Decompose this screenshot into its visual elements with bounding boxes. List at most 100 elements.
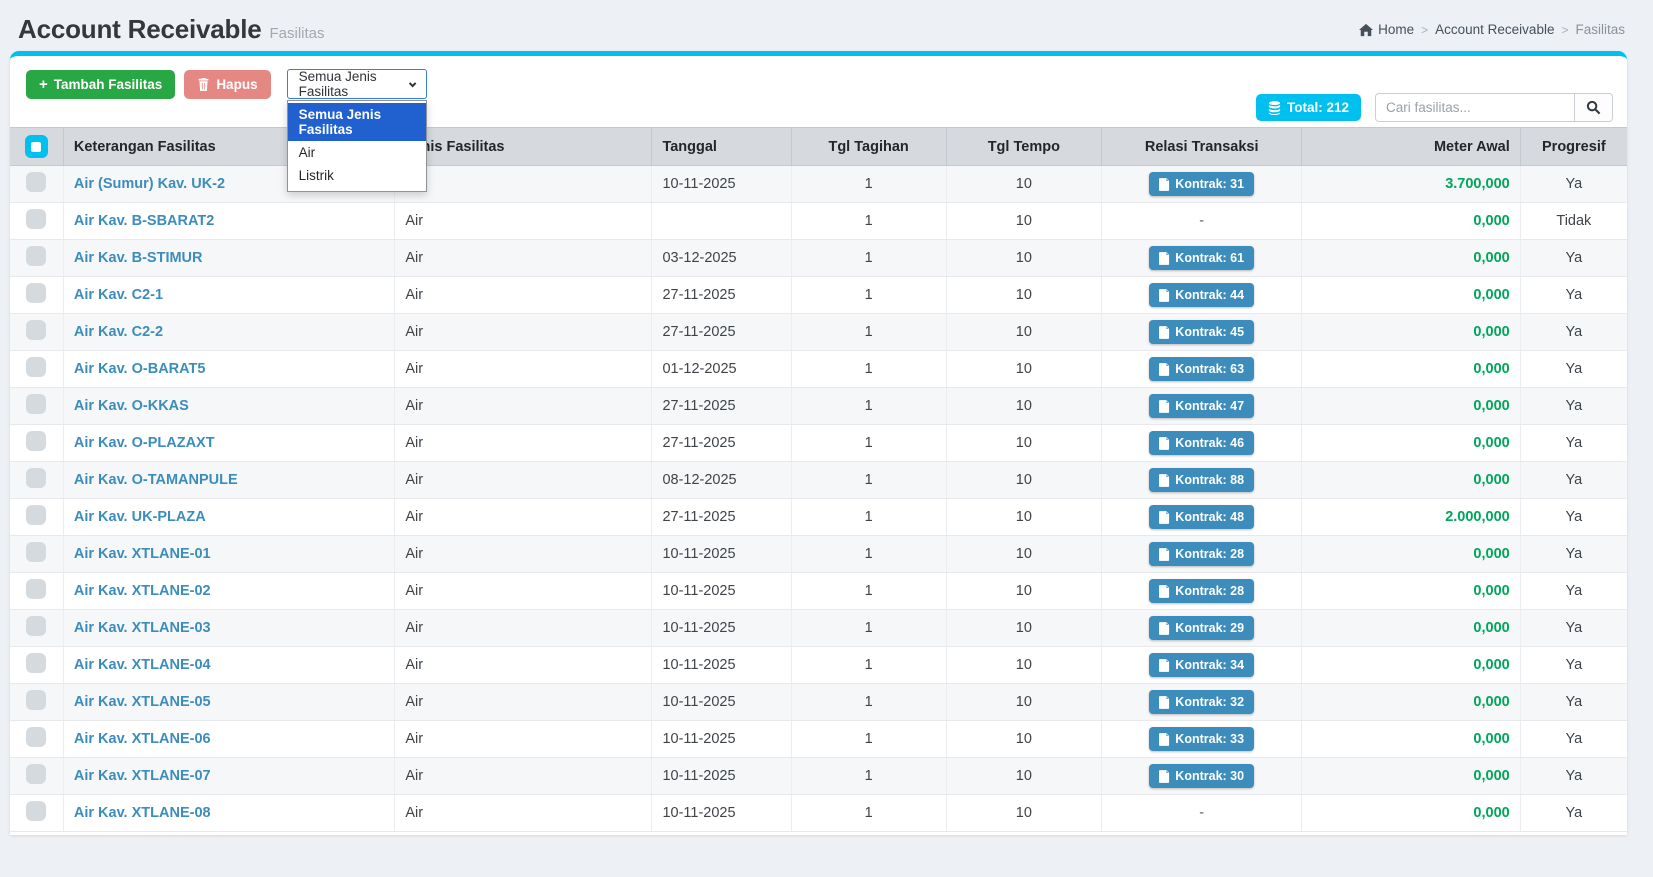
row-checkbox[interactable]	[26, 579, 46, 599]
contract-badge[interactable]: Kontrak: 28	[1149, 579, 1254, 603]
add-facility-button[interactable]: + Tambah Fasilitas	[26, 70, 175, 99]
row-checkbox[interactable]	[26, 542, 46, 562]
row-checkbox[interactable]	[26, 246, 46, 266]
contract-relation-cell: Kontrak: 88	[1101, 462, 1302, 499]
contract-badge[interactable]: Kontrak: 31	[1149, 172, 1254, 196]
row-checkbox-cell	[10, 203, 63, 240]
dropdown-option-semua[interactable]: Semua Jenis Fasilitas	[288, 103, 426, 141]
dropdown-option-air[interactable]: Air	[288, 141, 426, 164]
facility-name-cell: Air Kav. XTLANE-03	[63, 610, 395, 647]
delete-button[interactable]: Hapus	[184, 70, 270, 99]
date-cell: 08-12-2025	[652, 462, 791, 499]
progressive-cell: Ya	[1520, 536, 1627, 573]
facility-type-cell: Air	[395, 721, 652, 758]
contract-badge[interactable]: Kontrak: 48	[1149, 505, 1254, 529]
facility-name-link[interactable]: Air Kav. XTLANE-05	[74, 694, 211, 710]
contract-badge[interactable]: Kontrak: 28	[1149, 542, 1254, 566]
facility-name-link[interactable]: Air Kav. C2-1	[74, 287, 163, 303]
meter-start-cell: 0,000	[1302, 573, 1520, 610]
facility-name-link[interactable]: Air Kav. UK-PLAZA	[74, 509, 206, 525]
search-input[interactable]	[1375, 93, 1575, 122]
billing-day-cell: 1	[791, 758, 946, 795]
breadcrumb-separator: >	[1421, 23, 1428, 37]
billing-day-cell: 1	[791, 499, 946, 536]
facility-name-link[interactable]: Air Kav. XTLANE-08	[74, 805, 211, 821]
contract-badge[interactable]: Kontrak: 63	[1149, 357, 1254, 381]
select-all-checkbox[interactable]	[25, 135, 48, 158]
progressive-cell: Ya	[1520, 721, 1627, 758]
row-checkbox[interactable]	[26, 431, 46, 451]
facility-name-link[interactable]: Air Kav. O-KKAS	[74, 398, 189, 414]
contract-badge[interactable]: Kontrak: 45	[1149, 320, 1254, 344]
facility-name-link[interactable]: Air Kav. C2-2	[74, 324, 163, 340]
row-checkbox[interactable]	[26, 357, 46, 377]
meter-start-value: 0,000	[1473, 287, 1509, 303]
facility-type-select-wrap: Semua Jenis Fasilitas Semua Jenis Fasili…	[287, 69, 427, 99]
row-checkbox[interactable]	[26, 172, 46, 192]
facility-name-link[interactable]: Air Kav. XTLANE-04	[74, 657, 211, 673]
contract-badge-label: Kontrak: 45	[1175, 325, 1244, 339]
facilities-card: + Tambah Fasilitas Hapus Semua Jenis Fas…	[10, 51, 1627, 835]
date-cell: 10-11-2025	[652, 721, 791, 758]
contract-badge[interactable]: Kontrak: 30	[1149, 764, 1254, 788]
row-checkbox[interactable]	[26, 283, 46, 303]
facility-name-link[interactable]: Air Kav. XTLANE-06	[74, 731, 211, 747]
toolbar: + Tambah Fasilitas Hapus Semua Jenis Fas…	[10, 56, 1627, 127]
row-checkbox-cell	[10, 277, 63, 314]
facility-name-link[interactable]: Air Kav. XTLANE-01	[74, 546, 211, 562]
contract-badge[interactable]: Kontrak: 61	[1149, 246, 1254, 270]
contract-badge[interactable]: Kontrak: 44	[1149, 283, 1254, 307]
facility-name-cell: Air Kav. O-PLAZAXT	[63, 425, 395, 462]
facility-name-link[interactable]: Air Kav. O-BARAT5	[74, 361, 206, 377]
meter-start-value: 0,000	[1473, 620, 1509, 636]
contract-badge[interactable]: Kontrak: 88	[1149, 468, 1254, 492]
facility-name-cell: Air Kav. XTLANE-07	[63, 758, 395, 795]
row-checkbox[interactable]	[26, 209, 46, 229]
row-checkbox[interactable]	[26, 468, 46, 488]
contract-badge[interactable]: Kontrak: 33	[1149, 727, 1254, 751]
facility-name-link[interactable]: Air Kav. B-SBARAT2	[74, 213, 214, 229]
contract-relation-cell: Kontrak: 28	[1101, 573, 1302, 610]
contract-badge[interactable]: Kontrak: 46	[1149, 431, 1254, 455]
contract-badge-label: Kontrak: 88	[1175, 473, 1244, 487]
facility-name-link[interactable]: Air Kav. XTLANE-07	[74, 768, 211, 784]
facility-name-link[interactable]: Air (Sumur) Kav. UK-2	[74, 176, 225, 192]
row-checkbox[interactable]	[26, 727, 46, 747]
column-header-progresif: Progresif	[1520, 128, 1627, 166]
row-checkbox[interactable]	[26, 394, 46, 414]
contract-badge[interactable]: Kontrak: 34	[1149, 653, 1254, 677]
breadcrumb-home-link[interactable]: Home	[1359, 22, 1414, 37]
facility-name-link[interactable]: Air Kav. O-PLAZAXT	[74, 435, 215, 451]
billing-day-cell: 1	[791, 647, 946, 684]
row-checkbox[interactable]	[26, 801, 46, 821]
search-button[interactable]	[1575, 93, 1613, 122]
table-row: Air Kav. O-KKAS Air 27-11-2025 1 10 Kont…	[10, 388, 1627, 425]
facility-type-cell: Air	[395, 795, 652, 832]
due-day-cell: 10	[946, 203, 1101, 240]
dropdown-option-listrik[interactable]: Listrik	[288, 164, 426, 187]
progressive-cell: Ya	[1520, 462, 1627, 499]
contract-relation-cell: Kontrak: 32	[1101, 684, 1302, 721]
breadcrumb-section-link[interactable]: Account Receivable	[1435, 22, 1554, 37]
facility-name-link[interactable]: Air Kav. B-STIMUR	[74, 250, 203, 266]
row-checkbox[interactable]	[26, 320, 46, 340]
facility-name-link[interactable]: Air Kav. O-TAMANPULE	[74, 472, 238, 488]
contract-badge[interactable]: Kontrak: 32	[1149, 690, 1254, 714]
row-checkbox[interactable]	[26, 616, 46, 636]
row-checkbox[interactable]	[26, 505, 46, 525]
table-row: Air Kav. O-TAMANPULE Air 08-12-2025 1 10…	[10, 462, 1627, 499]
date-cell: 10-11-2025	[652, 536, 791, 573]
facility-name-cell: Air Kav. C2-2	[63, 314, 395, 351]
contract-badge[interactable]: Kontrak: 47	[1149, 394, 1254, 418]
facility-name-link[interactable]: Air Kav. XTLANE-03	[74, 620, 211, 636]
content-header: Account ReceivableFasilitas Home > Accou…	[0, 0, 1653, 51]
row-checkbox[interactable]	[26, 764, 46, 784]
contract-relation-cell: Kontrak: 29	[1101, 610, 1302, 647]
add-facility-label: Tambah Fasilitas	[54, 77, 163, 92]
contract-badge[interactable]: Kontrak: 29	[1149, 616, 1254, 640]
row-checkbox[interactable]	[26, 690, 46, 710]
billing-day-cell: 1	[791, 240, 946, 277]
facility-name-link[interactable]: Air Kav. XTLANE-02	[74, 583, 211, 599]
row-checkbox[interactable]	[26, 653, 46, 673]
facility-type-select[interactable]: Semua Jenis Fasilitas	[287, 69, 427, 99]
